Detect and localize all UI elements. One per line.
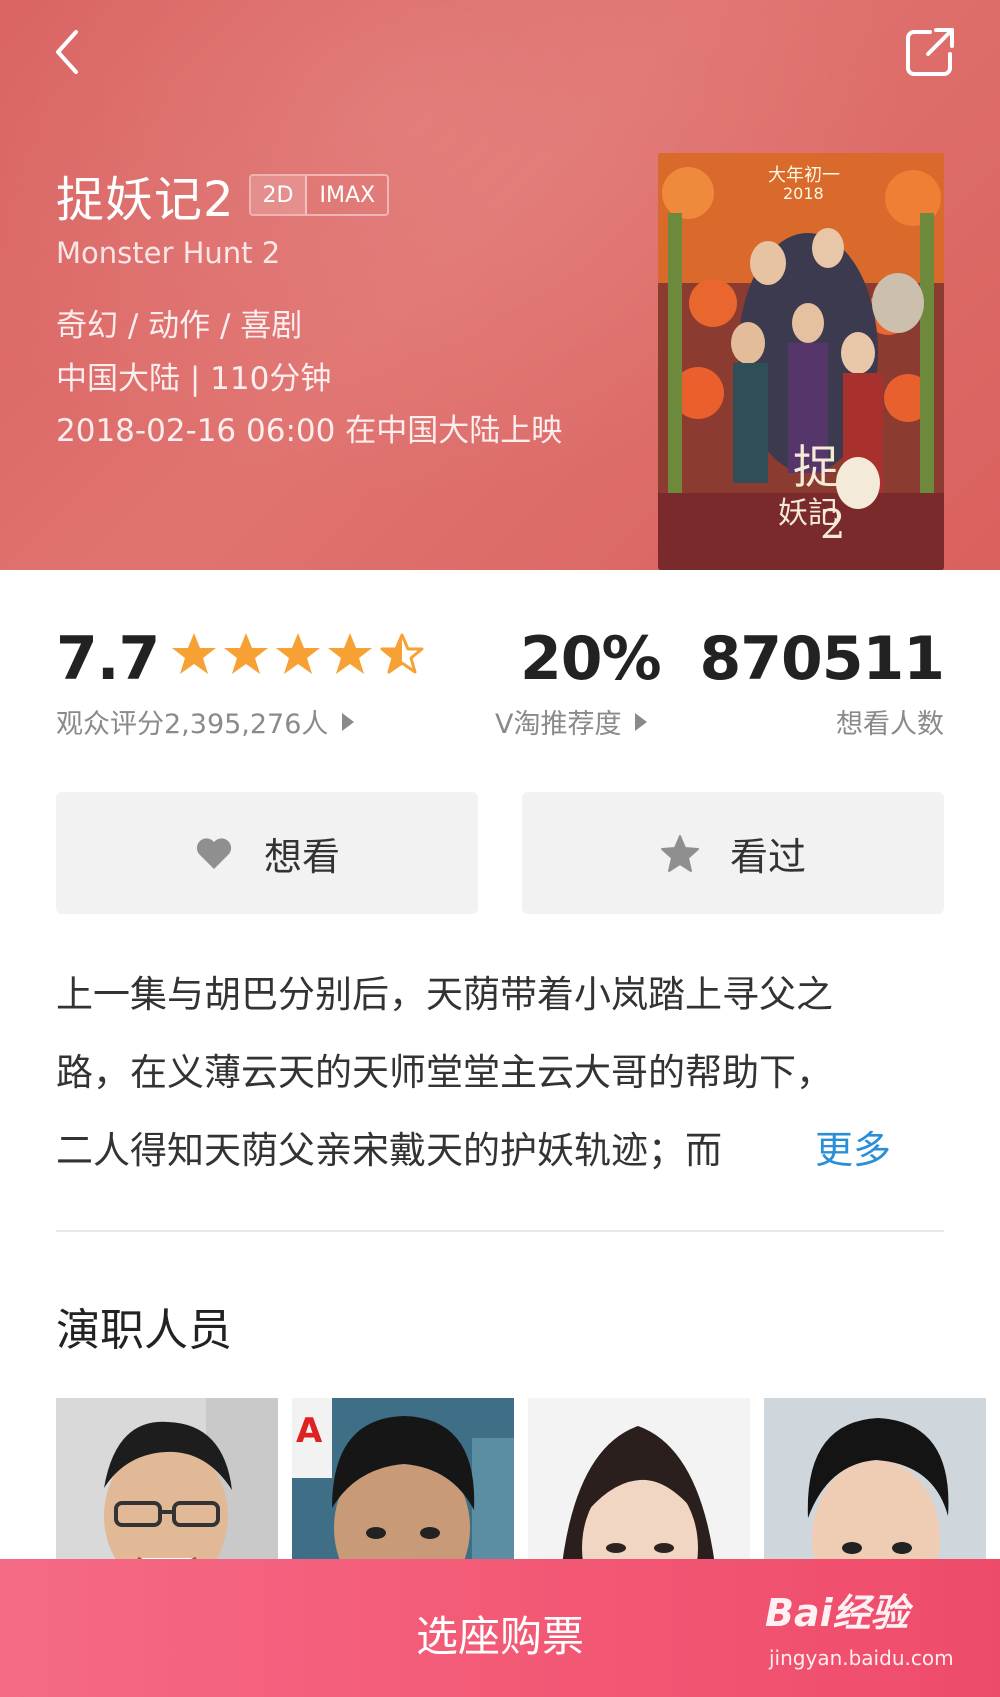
star-icon (660, 835, 699, 872)
want-count: 870511 (699, 624, 945, 694)
movie-detail-page: 捉妖记2 2D IMAX Monster Hunt 2 奇幻 / 动作 / 喜剧… (0, 0, 1000, 1697)
format-badges: 2D IMAX (248, 174, 390, 216)
recommend-label: V淘推荐度 (495, 709, 622, 740)
watermark-sub-text: jingyan.baidu.com (769, 1646, 954, 1670)
synopsis-line: 上一集与胡巴分别后，天荫带着小岚踏上寻父之 (56, 973, 833, 1016)
rating-stars (170, 630, 426, 678)
english-title: Monster Hunt 2 (56, 236, 281, 270)
watermark-main-text: Bai经验 (765, 1591, 909, 1635)
recommend-link[interactable]: V淘推荐度 (495, 702, 648, 741)
share-button[interactable] (900, 22, 960, 82)
format-badge-2d: 2D (250, 176, 308, 214)
svg-text:2018: 2018 (783, 184, 824, 203)
recommend-value: 20% (520, 624, 662, 694)
back-button[interactable] (40, 22, 100, 82)
synopsis-more-link[interactable]: 更多 (805, 1119, 892, 1174)
watched-label: 看过 (729, 834, 806, 879)
triangle-right-icon (635, 712, 648, 731)
region-duration-text: 中国大陆 | 110分钟 (56, 361, 332, 397)
star-full-icon (328, 633, 372, 674)
movie-title: 捉妖记2 (56, 172, 235, 228)
audience-score-link[interactable]: 观众评分2,395,276人 (56, 702, 355, 741)
star-full-icon (224, 633, 268, 674)
svg-text:捉: 捉 (793, 440, 839, 494)
movie-poster[interactable]: 捉 妖記 2 大年初一 2018 (658, 153, 944, 570)
want-count-label: 想看人数 (836, 709, 944, 740)
want-to-watch-button[interactable]: 想看 (56, 792, 478, 914)
svg-text:A: A (296, 1411, 323, 1451)
star-full-icon (172, 633, 216, 674)
genre-text: 奇幻 / 动作 / 喜剧 (56, 308, 303, 344)
want-to-watch-label: 想看 (263, 834, 340, 879)
svg-text:2: 2 (820, 502, 845, 548)
chevron-left-icon (56, 30, 78, 74)
baidu-watermark: Bai经验 jingyan.baidu.com (765, 1582, 965, 1682)
star-full-icon (276, 633, 320, 674)
release-text: 2018-02-16 06:00 在中国大陆上映 (56, 413, 563, 449)
synopsis-line: 路，在义薄云天的天师堂堂主云大哥的帮助下， (56, 1051, 833, 1094)
audience-score-label: 观众评分2,395,276人 (56, 709, 329, 740)
heart-icon (196, 838, 232, 869)
movie-header: 捉妖记2 2D IMAX Monster Hunt 2 奇幻 / 动作 / 喜剧… (0, 0, 1000, 570)
audience-score: 7.7 (56, 624, 160, 694)
cast-section-title: 演职人员 (56, 1305, 232, 1356)
section-divider (56, 1230, 944, 1232)
poster-artwork: 捉 妖記 2 大年初一 2018 (658, 153, 944, 570)
star-half-icon (380, 633, 424, 674)
format-badge-imax: IMAX (319, 182, 376, 208)
share-icon (906, 28, 954, 76)
title-row: 捉妖记2 2D IMAX (56, 160, 390, 230)
watched-button[interactable]: 看过 (522, 792, 944, 914)
triangle-right-icon (342, 712, 355, 731)
svg-text:大年初一: 大年初一 (768, 165, 840, 186)
